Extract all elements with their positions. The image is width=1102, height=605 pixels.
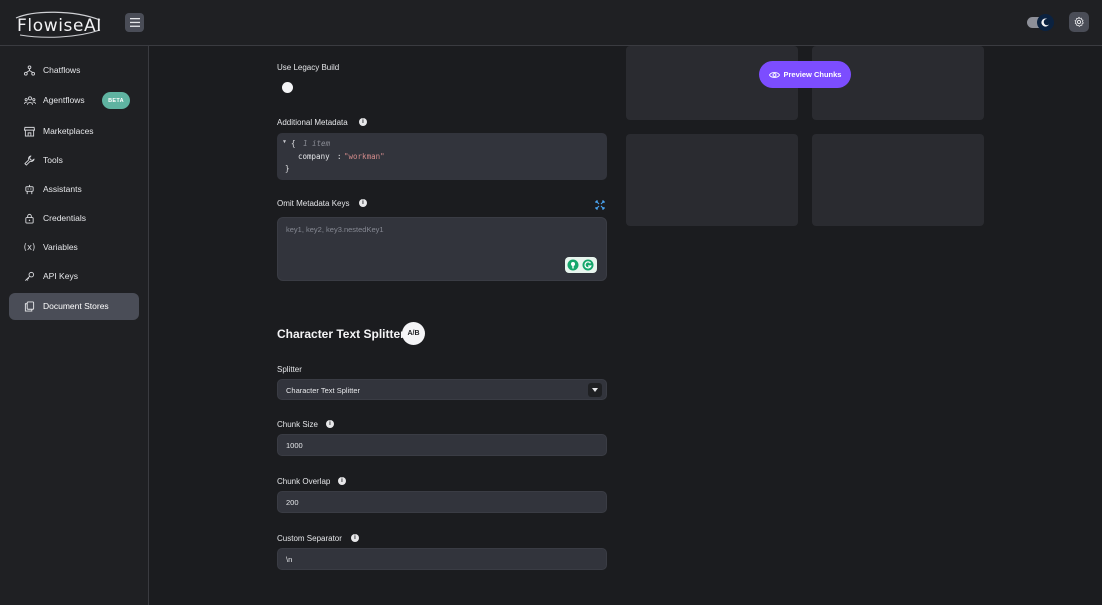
- json-key: company: [298, 152, 330, 161]
- splitter-label: Splitter: [277, 365, 302, 374]
- preview-chunk-card: [812, 134, 984, 226]
- omit-metadata-keys-label: Omit Metadata Keys: [277, 199, 350, 208]
- collapse-caret-icon[interactable]: ▼: [283, 139, 286, 145]
- chunk-overlap-input[interactable]: [277, 491, 607, 513]
- sidebar-item-label: Credentials: [43, 213, 86, 223]
- json-item-count: 1 item: [303, 139, 331, 148]
- legacy-build-switch[interactable]: [282, 82, 293, 93]
- splitter-selected-value: Character Text Splitter: [286, 386, 361, 395]
- sidebar-item-label: Agentflows: [43, 95, 85, 105]
- hamburger-icon: [129, 18, 140, 27]
- sidebar-item-label: Chatflows: [43, 65, 81, 75]
- users-group-icon: [22, 93, 37, 108]
- json-colon: :: [337, 152, 342, 161]
- sidebar-item-marketplaces[interactable]: Marketplaces: [9, 118, 139, 145]
- omit-metadata-keys-input[interactable]: [278, 218, 606, 280]
- sidebar-item-assistants[interactable]: Assistants: [9, 176, 139, 203]
- sidebar-item-label: Tools: [43, 155, 63, 165]
- key-icon: [22, 269, 37, 284]
- sidebar-item-variables[interactable]: (x) Variables: [9, 234, 139, 261]
- settings-button[interactable]: [1069, 12, 1089, 32]
- dark-mode-toggle[interactable]: [1027, 14, 1055, 31]
- variable-icon: (x): [23, 242, 36, 253]
- preview-chunk-card: [626, 134, 798, 226]
- sidebar-item-label: Marketplaces: [43, 126, 94, 136]
- beta-badge: BETA: [102, 92, 130, 109]
- sidebar-item-tools[interactable]: Tools: [9, 147, 139, 174]
- sidebar-item-api-keys[interactable]: API Keys: [9, 263, 139, 290]
- logo-text: FlowiseAI: [17, 16, 102, 36]
- toggle-knob: [1037, 14, 1054, 31]
- sidebar-item-chatflows[interactable]: Chatflows: [9, 57, 139, 84]
- json-value: "workman": [344, 152, 385, 161]
- files-icon: [22, 299, 37, 314]
- info-icon[interactable]: i: [338, 477, 346, 485]
- custom-separator-label: Custom Separator: [277, 534, 342, 543]
- chunk-size-label: Chunk Size: [277, 420, 318, 429]
- sidebar-item-label: Document Stores: [43, 301, 109, 311]
- chunk-overlap-label: Chunk Overlap: [277, 477, 331, 486]
- ab-split-icon: A/B: [402, 322, 425, 345]
- info-icon[interactable]: i: [359, 199, 367, 207]
- lock-icon: [22, 211, 37, 226]
- sidebar: Chatflows Agentflows BETA Marketplaces T…: [0, 46, 149, 605]
- omit-metadata-keys-field[interactable]: [277, 217, 607, 281]
- legacy-build-label: Use Legacy Build: [277, 63, 340, 72]
- hierarchy-icon: [22, 63, 37, 78]
- json-close-brace: }: [285, 164, 290, 173]
- custom-separator-input[interactable]: [277, 548, 607, 570]
- sidebar-item-agentflows[interactable]: Agentflows BETA: [9, 87, 139, 114]
- grammarly-icon[interactable]: [565, 257, 597, 273]
- chunk-size-input[interactable]: [277, 434, 607, 456]
- section-title: Character Text Splitter: [277, 327, 405, 341]
- sidebar-item-credentials[interactable]: Credentials: [9, 205, 139, 232]
- expand-icon[interactable]: [595, 200, 605, 210]
- tool-icon: [22, 153, 37, 168]
- sidebar-item-label: Assistants: [43, 184, 82, 194]
- eye-icon: [768, 71, 780, 78]
- metadata-json-editor[interactable]: ▼ { 1 item company : "workman" }: [277, 133, 607, 180]
- moon-icon: [1041, 18, 1050, 27]
- preview-chunks-label: Preview Chunks: [783, 70, 842, 79]
- info-icon[interactable]: i: [351, 534, 359, 542]
- info-icon[interactable]: i: [326, 420, 334, 428]
- splitter-select[interactable]: Character Text Splitter: [277, 379, 607, 400]
- info-icon[interactable]: i: [359, 118, 367, 126]
- gear-icon: [1074, 16, 1084, 27]
- additional-metadata-label: Additional Metadata: [277, 118, 348, 127]
- preview-chunks-button[interactable]: Preview Chunks: [759, 61, 851, 88]
- app-header: FlowiseAI: [0, 0, 1102, 46]
- robot-icon: [22, 182, 37, 197]
- sidebar-item-label: API Keys: [43, 271, 78, 281]
- json-open-brace: {: [291, 139, 296, 148]
- chevron-down-icon[interactable]: [588, 383, 602, 397]
- building-store-icon: [22, 124, 37, 139]
- sidebar-item-document-stores[interactable]: Document Stores: [9, 293, 139, 320]
- menu-toggle-button[interactable]: [125, 13, 144, 32]
- sidebar-item-label: Variables: [43, 242, 78, 252]
- flowise-logo[interactable]: FlowiseAI: [14, 8, 104, 38]
